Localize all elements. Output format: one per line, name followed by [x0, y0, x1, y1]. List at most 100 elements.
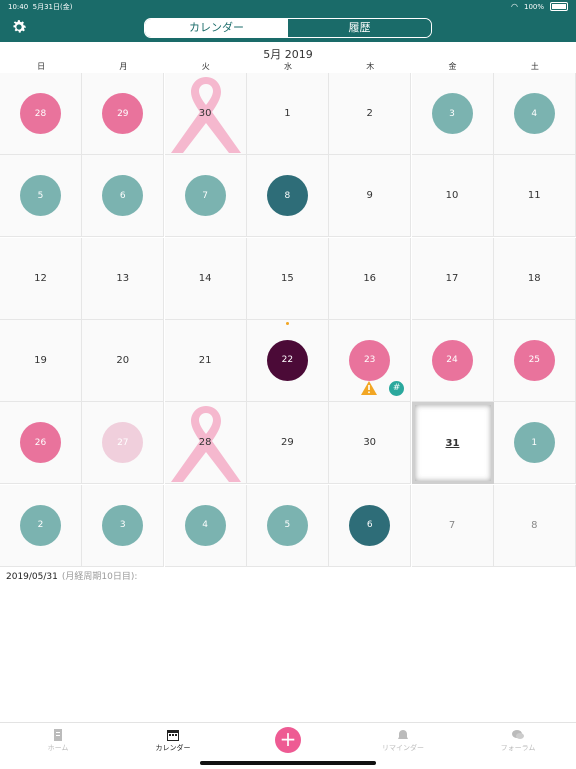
- selected-date-info: 2019/05/31 (月経周期10日目):: [6, 569, 137, 582]
- day-number: 14: [198, 272, 212, 284]
- calendar-day-cell[interactable]: 8: [246, 155, 329, 238]
- day-number: 20: [116, 354, 130, 366]
- calendar-day-cell[interactable]: 5: [0, 155, 82, 238]
- calendar-day-cell[interactable]: 6: [329, 484, 412, 567]
- calendar-day-cell[interactable]: 31: [411, 402, 494, 485]
- calendar-day-cell[interactable]: 7: [164, 155, 247, 238]
- day-number: 25: [513, 339, 555, 381]
- hash-icon: #: [389, 380, 405, 396]
- day-number: 19: [34, 354, 47, 366]
- calendar-day-cell[interactable]: 25: [493, 319, 576, 402]
- calendar-day-cell[interactable]: 4: [164, 484, 247, 567]
- day-number: 13: [116, 272, 130, 284]
- calendar-day-cell[interactable]: 11: [493, 155, 576, 238]
- day-number: 5: [266, 504, 308, 546]
- day-number: 3: [102, 504, 144, 546]
- app-header: カレンダー 履歴: [0, 14, 576, 42]
- status-right: ◠ 100%: [511, 2, 568, 11]
- calendar-day-cell[interactable]: 20: [82, 319, 165, 402]
- day-number: 4: [184, 504, 226, 546]
- day-number: 29: [281, 437, 294, 449]
- calendar-day-cell[interactable]: 2: [329, 73, 412, 155]
- battery-icon: [550, 2, 568, 11]
- day-number: 1: [284, 108, 291, 119]
- tab-home[interactable]: ホーム: [18, 729, 98, 753]
- status-time-date: 10:40 5月31日(金): [8, 2, 72, 12]
- day-number: 29: [102, 93, 144, 134]
- calendar-day-cell[interactable]: 22: [246, 319, 329, 402]
- calendar-day-cell[interactable]: 1: [493, 402, 576, 485]
- weekday-label: 月: [119, 62, 128, 71]
- day-number: 5: [20, 175, 61, 217]
- day-number: 2: [20, 504, 61, 546]
- calendar-day-cell[interactable]: 7: [411, 484, 494, 567]
- calendar-day-cell[interactable]: 3: [411, 73, 494, 155]
- day-number: 6: [102, 175, 144, 217]
- calendar-day-cell[interactable]: 9: [329, 155, 412, 238]
- calendar-day-cell[interactable]: 10: [411, 155, 494, 238]
- cycle-day-note: (月経周期10日目):: [61, 572, 138, 582]
- calendar-day-cell[interactable]: 30: [329, 402, 412, 485]
- calendar-day-cell[interactable]: 24: [411, 319, 494, 402]
- weekday-header: 日月火水木金土: [0, 61, 576, 73]
- tab-forum-label: フォーラム: [500, 744, 536, 752]
- day-number: 8: [266, 175, 308, 217]
- selected-date: 2019/05/31: [6, 572, 58, 582]
- calendar-day-cell[interactable]: 18: [493, 237, 576, 320]
- gear-icon[interactable]: [10, 18, 28, 36]
- home-indicator: [200, 761, 376, 765]
- calendar-day-cell[interactable]: 5: [246, 484, 329, 567]
- day-number: 8: [531, 519, 538, 531]
- view-segmented-control: カレンダー 履歴: [144, 18, 432, 38]
- tab-calendar-bottom[interactable]: カレンダー: [133, 729, 213, 753]
- bell-icon: [398, 730, 408, 739]
- document-icon: [54, 729, 62, 741]
- calendar-day-cell[interactable]: 21: [164, 319, 247, 402]
- tab-forum[interactable]: フォーラム: [478, 729, 558, 753]
- weekday-label: 土: [530, 62, 539, 71]
- warning-icon: [361, 380, 378, 395]
- calendar-day-cell[interactable]: 3: [82, 484, 165, 567]
- day-number: 22: [266, 339, 308, 381]
- day-number: 28: [20, 93, 61, 134]
- day-number: 27: [102, 422, 144, 464]
- tab-history[interactable]: 履歴: [288, 19, 431, 37]
- calendar-day-cell[interactable]: 2: [0, 484, 82, 567]
- calendar-day-cell[interactable]: 15: [246, 237, 329, 320]
- day-number: 10: [445, 190, 459, 202]
- status-date: 5月31日(金): [32, 3, 73, 11]
- calendar-day-cell[interactable]: 26: [0, 402, 82, 485]
- calendar-day-cell[interactable]: 1: [246, 73, 329, 155]
- tab-calendar[interactable]: カレンダー: [145, 19, 288, 37]
- day-number: 7: [184, 175, 226, 217]
- day-number: 21: [198, 354, 212, 366]
- calendar-day-cell[interactable]: 12: [0, 237, 82, 320]
- calendar-day-cell[interactable]: 30: [164, 73, 247, 155]
- status-bar: 10:40 5月31日(金) ◠ 100%: [0, 0, 576, 14]
- day-number: 11: [527, 190, 541, 202]
- calendar-day-cell[interactable]: 14: [164, 237, 247, 320]
- calendar-day-cell[interactable]: 28: [0, 73, 82, 155]
- calendar-day-cell[interactable]: 27: [82, 402, 165, 485]
- calendar-day-cell[interactable]: 6: [82, 155, 165, 238]
- calendar-day-cell[interactable]: 19: [0, 319, 82, 402]
- calendar-day-cell[interactable]: 29: [82, 73, 165, 155]
- calendar-day-cell[interactable]: 29: [246, 402, 329, 485]
- tab-reminder[interactable]: リマインダー: [363, 729, 443, 753]
- calendar-day-cell[interactable]: 8: [493, 484, 576, 567]
- day-number: 30: [198, 108, 212, 119]
- add-button[interactable]: +: [275, 727, 301, 753]
- calendar-day-cell[interactable]: 17: [411, 237, 494, 320]
- calendar-day-cell[interactable]: 23 #: [329, 319, 412, 402]
- calendar-day-cell[interactable]: 4: [493, 73, 576, 155]
- calendar-icon: [167, 730, 179, 741]
- calendar-day-cell[interactable]: 28: [164, 402, 247, 485]
- calendar-day-cell[interactable]: 16: [329, 237, 412, 320]
- status-time: 10:40: [8, 3, 29, 11]
- calendar-day-cell[interactable]: 13: [82, 237, 165, 320]
- day-number: 26: [20, 422, 61, 464]
- weekday-label: 水: [283, 62, 292, 71]
- chat-icon: [512, 730, 524, 739]
- wifi-icon: ◠: [511, 2, 518, 11]
- day-number: 23: [349, 339, 391, 381]
